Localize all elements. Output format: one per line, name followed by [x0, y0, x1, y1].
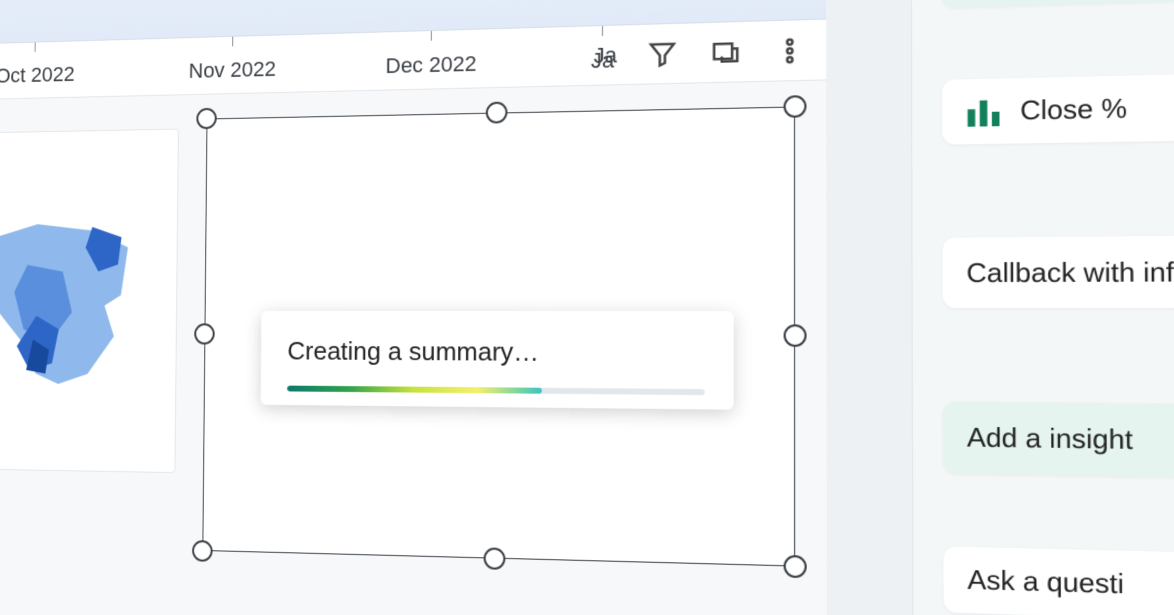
report-canvas: Oct 2022 Nov 2022 Dec 2022 Ja Ja — [0, 0, 827, 615]
chip-label: Callback with influence on — [966, 252, 1174, 292]
selected-visual[interactable]: Creating a summary… — [202, 96, 805, 577]
chip-label: Ask a questi — [967, 563, 1124, 600]
timeline-tick: Oct 2022 — [0, 41, 75, 88]
progress-bar-fill — [287, 386, 542, 394]
resize-handle-top-right[interactable] — [784, 95, 807, 118]
visual-toolbar: Ja — [594, 28, 808, 78]
timeline-tick: Nov 2022 — [189, 36, 277, 84]
copilot-pane: What a Close % Callback with influence o… — [911, 0, 1174, 615]
us-map-icon — [0, 205, 142, 396]
resize-handle-bottom-center[interactable] — [484, 547, 506, 570]
suggestion-chip[interactable]: Ask a questi — [943, 546, 1174, 615]
loading-toast: Creating a summary… — [261, 311, 734, 410]
suggestion-chip[interactable]: What a — [942, 0, 1174, 8]
chip-label: Close % — [1020, 92, 1127, 126]
progress-bar — [287, 386, 705, 396]
resize-handle-bottom-left[interactable] — [192, 540, 213, 562]
more-options-icon[interactable] — [772, 33, 807, 68]
resize-handle-middle-right[interactable] — [784, 324, 807, 347]
suggestion-chip[interactable]: Add a insight — [943, 402, 1174, 481]
timeline-tick-partial: Ja — [594, 42, 617, 68]
resize-handle-bottom-right[interactable] — [784, 555, 807, 578]
focus-mode-icon[interactable] — [708, 35, 743, 70]
suggestion-chip[interactable]: Callback with influence on — [943, 235, 1174, 309]
chip-label: Add a insight — [967, 419, 1133, 459]
visual-placeholder[interactable]: Creating a summary… — [202, 107, 795, 567]
timeline-tick: Dec 2022 — [385, 30, 476, 79]
loading-message: Creating a summary… — [287, 336, 705, 369]
map-visual[interactable] — [0, 129, 179, 474]
bar-chart-icon — [966, 97, 1003, 127]
filter-icon[interactable] — [645, 37, 680, 72]
suggestion-chip[interactable]: Close % — [942, 70, 1174, 145]
resize-handle-middle-left[interactable] — [194, 323, 215, 344]
